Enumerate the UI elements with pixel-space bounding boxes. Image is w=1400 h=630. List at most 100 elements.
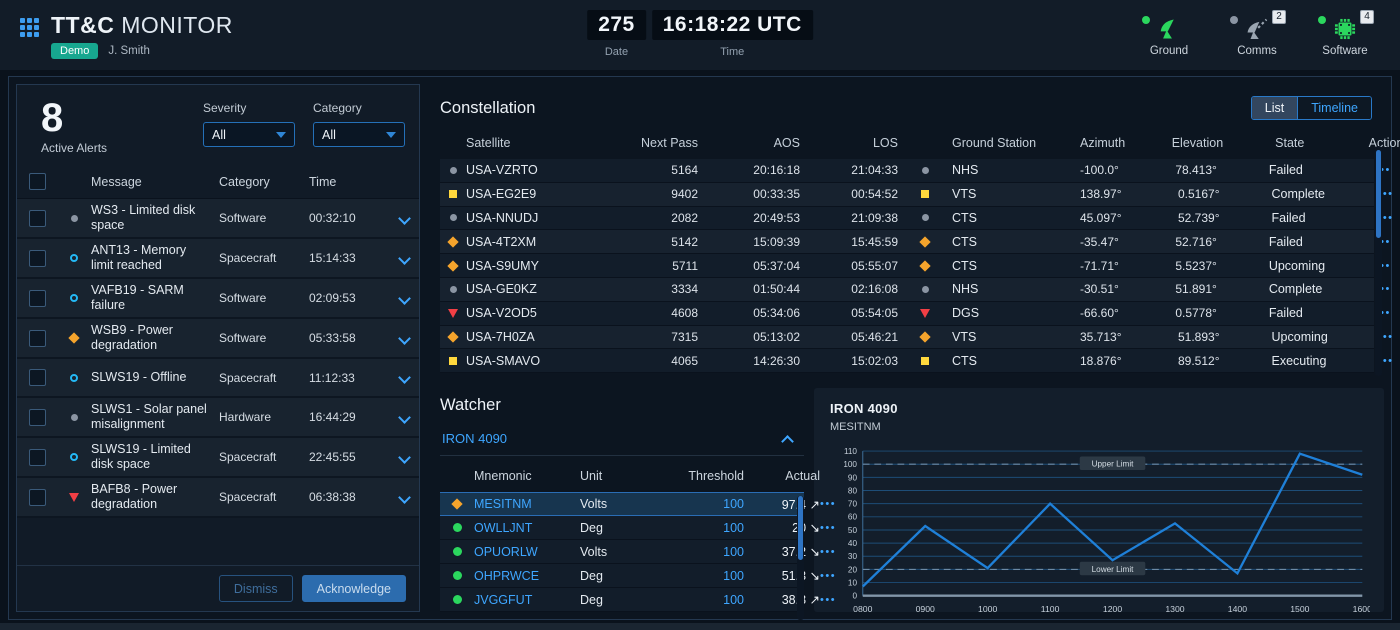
alert-row[interactable]: SLWS1 - Solar panel misalignment Hardwar… <box>17 398 419 438</box>
alert-checkbox[interactable] <box>29 409 46 426</box>
more-actions-icon[interactable] <box>820 594 836 606</box>
elevation: 52.739° <box>1122 211 1220 225</box>
chevron-down-icon[interactable] <box>400 334 409 343</box>
svg-text:60: 60 <box>848 513 858 522</box>
mnemonic-row[interactable]: JVGGFUT Deg 100 38.8 ↗ <box>440 588 804 612</box>
app-grid-icon[interactable] <box>20 18 39 37</box>
alert-checkbox[interactable] <box>29 449 46 466</box>
status-label: Comms <box>1228 45 1286 57</box>
trend-icon: ↘ <box>810 569 820 583</box>
chevron-down-icon[interactable] <box>400 373 409 382</box>
satellite-name: USA-EG2E9 <box>466 187 618 201</box>
alert-row[interactable]: VAFB19 - SARM failure Software 02:09:53 <box>17 279 419 319</box>
status-badge: 2 <box>1272 10 1286 24</box>
col-state: State <box>1249 136 1359 150</box>
satellite-row[interactable]: USA-SMAVO 4065 14:26:30 15:02:03 CTS 18.… <box>440 349 1374 373</box>
alert-message: WS3 - Limited disk space <box>91 203 219 233</box>
alert-row[interactable]: SLWS19 - Offline Spacecraft 11:12:33 <box>17 359 419 398</box>
alert-row[interactable]: ANT13 - Memory limit reached Spacecraft … <box>17 239 419 279</box>
state: Failed <box>1243 163 1353 177</box>
mnemonic: JVGGFUT <box>474 593 580 607</box>
los: 00:54:52 <box>800 187 898 201</box>
svg-text:70: 70 <box>848 500 858 509</box>
mnemonic-row[interactable]: OWLLJNT Deg 100 20 ↘ <box>440 516 804 540</box>
azimuth: 45.097° <box>1080 211 1122 225</box>
mnemonic-row[interactable]: MESITNM Volts 100 97.4 ↗ <box>440 492 804 516</box>
watcher-group-row[interactable]: IRON 4090 <box>440 415 804 456</box>
user-name: J. Smith <box>108 45 150 57</box>
alert-checkbox[interactable] <box>29 250 46 267</box>
more-actions-icon[interactable] <box>820 522 836 534</box>
svg-text:90: 90 <box>848 473 858 482</box>
actual-value: 38.8 ↗ <box>744 592 820 607</box>
los: 21:09:38 <box>800 211 898 225</box>
satellite-row[interactable]: USA-VZRTO 5164 20:16:18 21:04:33 NHS -10… <box>440 159 1374 183</box>
telemetry-chart-panel: IRON 4090 MESITNM 0102030405060708090100… <box>814 388 1384 612</box>
timeline-view-button[interactable]: Timeline <box>1297 97 1371 119</box>
severity-icon <box>70 294 78 302</box>
satellite-row[interactable]: USA-S9UMY 5711 05:37:04 05:55:07 CTS -71… <box>440 254 1374 278</box>
status-ground[interactable]: Ground <box>1140 14 1198 57</box>
satellite-row[interactable]: USA-EG2E9 9402 00:33:35 00:54:52 VTS 138… <box>440 183 1374 207</box>
ground-station: CTS <box>952 235 1080 249</box>
status-software[interactable]: 4 Software <box>1316 14 1374 57</box>
satellite-row[interactable]: USA-7H0ZA 7315 05:13:02 05:46:21 VTS 35.… <box>440 326 1374 350</box>
chevron-down-icon[interactable] <box>400 214 409 223</box>
category-filter[interactable]: All <box>313 122 405 147</box>
alert-count: 8 <box>41 97 191 139</box>
time-value: 16:18:22 UTC <box>652 10 813 40</box>
satellite-name: USA-V2OD5 <box>466 306 618 320</box>
more-actions-icon[interactable] <box>820 570 836 582</box>
chevron-down-icon[interactable] <box>400 254 409 263</box>
severity-icon <box>447 236 458 247</box>
alert-time: 06:38:38 <box>309 490 389 504</box>
satellite-row[interactable]: USA-4T2XM 5142 15:09:39 15:45:59 CTS -35… <box>440 230 1374 254</box>
watcher-scrollbar[interactable] <box>797 496 804 620</box>
alert-category: Spacecraft <box>219 490 309 504</box>
active-alerts-panel: 8 Active Alerts Severity All Category Al… <box>16 84 420 612</box>
constellation-scrollbar[interactable] <box>1375 146 1382 376</box>
more-actions-icon[interactable] <box>820 546 836 558</box>
alert-row[interactable]: SLWS19 - Limited disk space Spacecraft 2… <box>17 438 419 478</box>
ground-station-status-icon <box>919 236 930 247</box>
dismiss-button[interactable]: Dismiss <box>219 575 293 602</box>
acknowledge-button[interactable]: Acknowledge <box>302 575 406 602</box>
more-actions-icon[interactable] <box>820 498 836 510</box>
aos: 05:13:02 <box>698 330 800 344</box>
alert-checkbox[interactable] <box>29 210 46 227</box>
alert-checkbox[interactable] <box>29 369 46 386</box>
severity-icon <box>69 493 79 502</box>
svg-text:30: 30 <box>848 552 858 561</box>
constellation-list: USA-VZRTO 5164 20:16:18 21:04:33 NHS -10… <box>440 159 1374 373</box>
mnemonic-row[interactable]: OPUORLW Volts 100 37.2 ↘ <box>440 540 804 564</box>
col-elevation: Elevation <box>1125 136 1223 150</box>
severity-filter[interactable]: All <box>203 122 295 147</box>
next-pass: 4065 <box>618 354 698 368</box>
list-view-button[interactable]: List <box>1252 97 1297 119</box>
select-all-checkbox[interactable] <box>29 173 46 190</box>
los: 05:46:21 <box>800 330 898 344</box>
alert-count-label: Active Alerts <box>41 141 191 155</box>
chevron-down-icon[interactable] <box>400 413 409 422</box>
alert-row[interactable]: WSB9 - Power degradation Software 05:33:… <box>17 319 419 359</box>
state: Failed <box>1246 211 1356 225</box>
alert-category: Software <box>219 291 309 305</box>
satellite-name: USA-NNUDJ <box>466 211 618 225</box>
alert-checkbox[interactable] <box>29 290 46 307</box>
alert-checkbox[interactable] <box>29 330 46 347</box>
satellite-row[interactable]: USA-NNUDJ 2082 20:49:53 21:09:38 CTS 45.… <box>440 207 1374 231</box>
chevron-down-icon[interactable] <box>400 294 409 303</box>
chevron-up-icon[interactable] <box>783 434 792 443</box>
status-comms[interactable]: 2 Comms <box>1228 14 1286 57</box>
alert-checkbox[interactable] <box>29 489 46 506</box>
alert-row[interactable]: WS3 - Limited disk space Software 00:32:… <box>17 199 419 239</box>
chevron-down-icon[interactable] <box>400 453 409 462</box>
alert-row[interactable]: BAFB8 - Power degradation Spacecraft 06:… <box>17 478 419 518</box>
env-badge: Demo <box>51 43 98 59</box>
satellite-row[interactable]: USA-V2OD5 4608 05:34:06 05:54:05 DGS -66… <box>440 302 1374 326</box>
satellite-row[interactable]: USA-GE0KZ 3334 01:50:44 02:16:08 NHS -30… <box>440 278 1374 302</box>
mnemonic-row[interactable]: OHPRWCE Deg 100 51.3 ↘ <box>440 564 804 588</box>
alert-message: SLWS19 - Limited disk space <box>91 442 219 472</box>
chevron-down-icon[interactable] <box>400 493 409 502</box>
ground-station-status-icon <box>922 286 929 293</box>
